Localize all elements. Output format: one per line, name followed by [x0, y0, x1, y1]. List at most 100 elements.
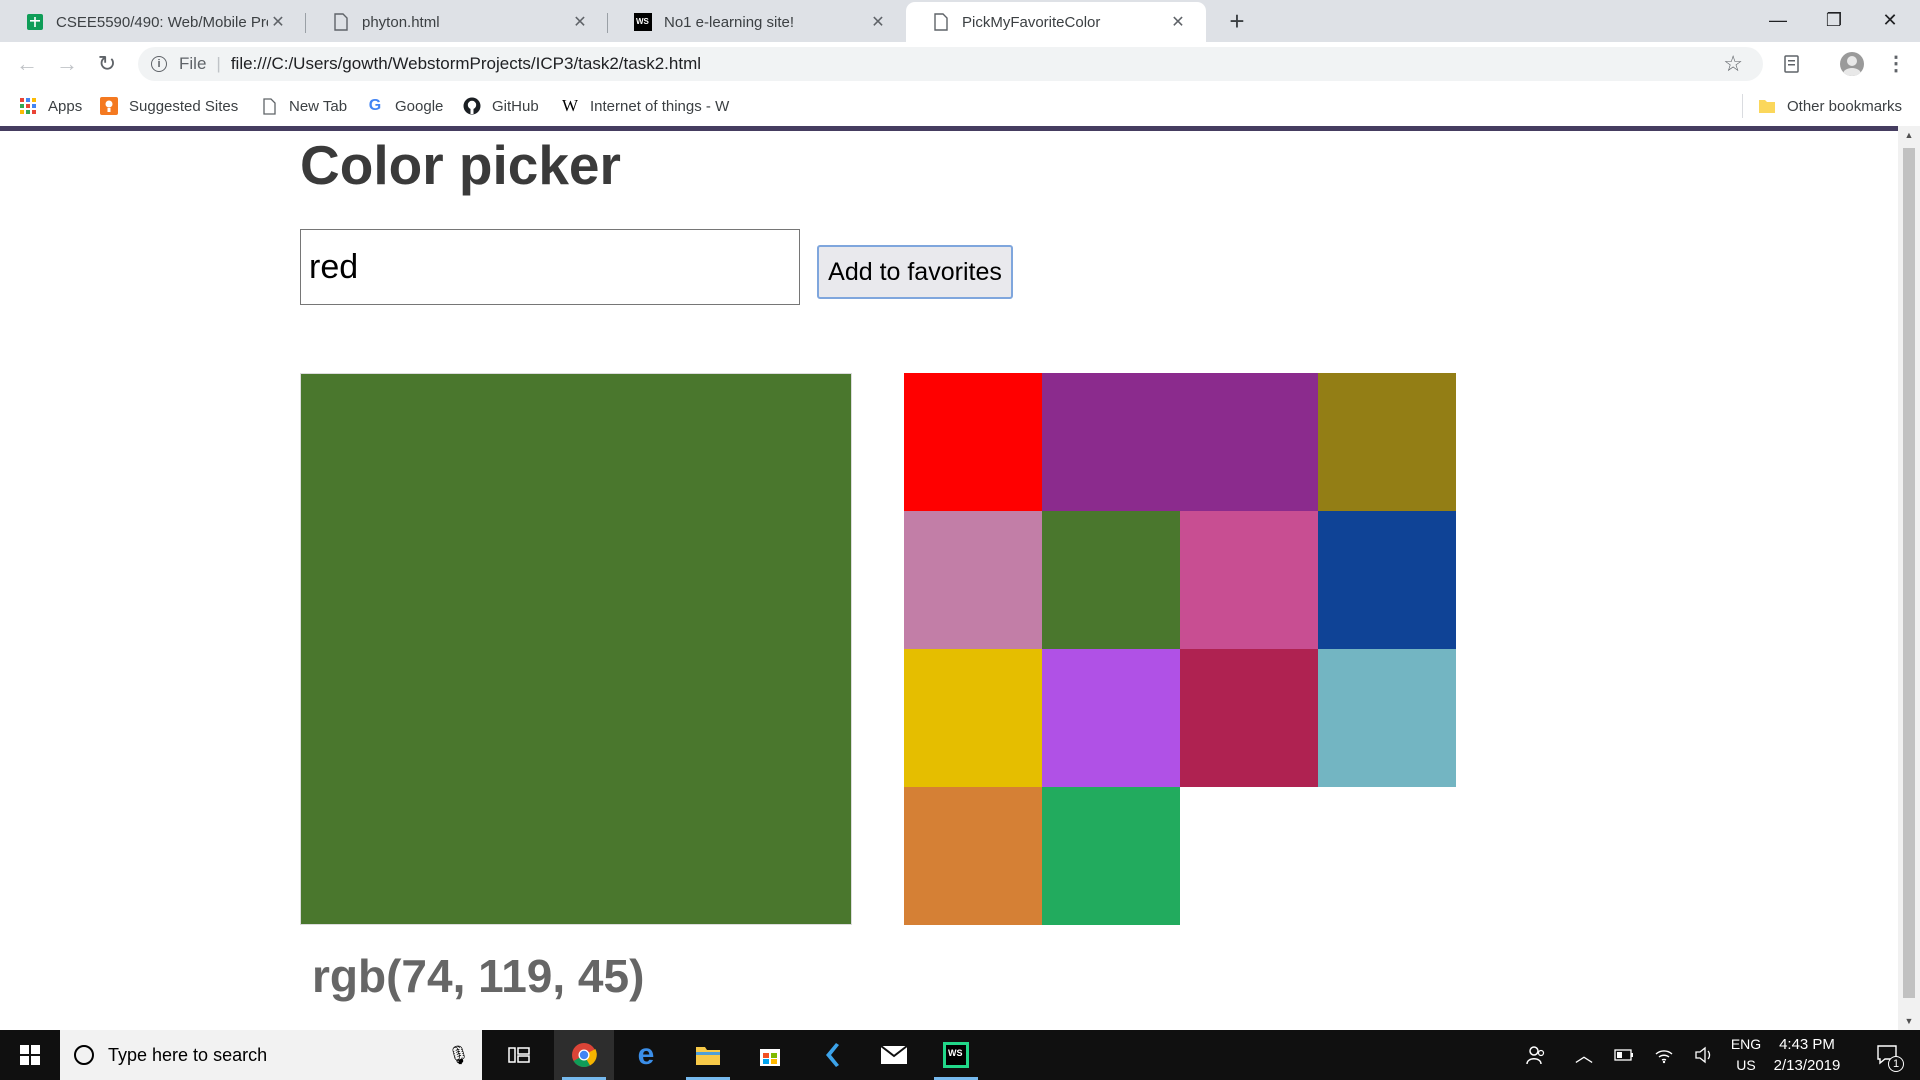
language-code: ENG [1730, 1036, 1762, 1052]
divider [1742, 94, 1743, 118]
visual-studio-code-icon[interactable] [802, 1030, 862, 1080]
tab-phyton[interactable]: phyton.html ✕ [306, 2, 608, 42]
scroll-down-icon[interactable]: ▼ [1898, 1016, 1920, 1026]
time-text: 4:43 PM [1779, 1036, 1835, 1053]
scroll-up-icon[interactable]: ▲ [1898, 130, 1920, 140]
bookmarks-bar: Apps Suggested Sites New Tab G Google Gi… [0, 86, 1920, 126]
tab-pickmyfavoritecolor[interactable]: PickMyFavoriteColor ✕ [906, 2, 1206, 42]
microphone-icon[interactable]: 🎙 [447, 1045, 470, 1066]
bookmark-github[interactable]: GitHub [463, 96, 539, 116]
bookmark-new-tab[interactable]: New Tab [260, 96, 347, 116]
reload-button[interactable]: ↻ [93, 50, 121, 78]
edge-icon[interactable]: e [616, 1030, 676, 1080]
taskbar: Type here to search 🎙 e WS ︿ ENG US 4:43… [0, 1030, 1920, 1080]
rgb-value: rgb(74, 119, 45) [312, 950, 645, 1002]
page-icon [332, 13, 350, 31]
windows-start-icon[interactable] [0, 1030, 60, 1080]
scheme-label: File [179, 54, 207, 73]
scrollbar-thumb[interactable] [1903, 148, 1915, 998]
chrome-icon[interactable] [554, 1030, 614, 1080]
favorite-color-swatch[interactable] [1318, 649, 1456, 787]
clock[interactable]: 4:43 PM 2/13/2019 [1764, 1034, 1850, 1076]
bookmark-label: Suggested Sites [129, 97, 239, 115]
suggested-sites-icon [100, 97, 118, 115]
bookmark-suggested-sites[interactable]: Suggested Sites [100, 96, 238, 116]
color-input[interactable] [300, 229, 800, 305]
tab-strip: CSEE5590/490: Web/Mobile Prog ✕ phyton.h… [0, 0, 1920, 42]
new-tab-button[interactable]: + [1222, 6, 1252, 36]
tab-title: CSEE5590/490: Web/Mobile Prog [56, 13, 268, 31]
favorites-grid [904, 373, 1456, 925]
notification-icon[interactable]: 1 [1866, 1030, 1910, 1080]
battery-icon[interactable] [1610, 1030, 1638, 1080]
taskbar-search[interactable]: Type here to search 🎙 [60, 1030, 482, 1080]
bookmark-google[interactable]: G Google [366, 96, 444, 116]
info-icon[interactable]: i [151, 56, 167, 72]
back-button[interactable]: ← [13, 50, 41, 78]
favorite-color-swatch[interactable] [904, 511, 1042, 649]
bookmark-apps[interactable]: Apps [19, 96, 82, 116]
tab-title: No1 e-learning site! [664, 13, 795, 31]
close-icon[interactable]: ✕ [268, 12, 288, 32]
close-icon[interactable]: ✕ [1168, 12, 1188, 32]
favorite-color-swatch[interactable] [1042, 511, 1180, 649]
date-text: 2/13/2019 [1773, 1057, 1841, 1074]
bookmark-other[interactable]: Other bookmarks [1758, 96, 1902, 116]
tab-elearning[interactable]: WS No1 e-learning site! ✕ [608, 2, 906, 42]
apps-grid-icon [19, 97, 37, 115]
google-icon: G [368, 97, 382, 114]
favorite-color-swatch[interactable] [1042, 787, 1180, 925]
chevron-up-icon[interactable]: ︿ [1570, 1030, 1598, 1080]
wifi-icon[interactable] [1650, 1030, 1678, 1080]
file-explorer-icon[interactable] [678, 1030, 738, 1080]
favorite-color-swatch[interactable] [1180, 649, 1318, 787]
bookmark-label: Apps [48, 97, 83, 115]
minimize-button[interactable]: — [1750, 0, 1806, 40]
bookmark-star-icon[interactable]: ☆ [1723, 51, 1743, 77]
address-bar[interactable]: i File | file:///C:/Users/gowth/Webstorm… [138, 47, 1763, 81]
favorite-color-swatch[interactable] [904, 373, 1042, 511]
close-icon[interactable]: ✕ [868, 12, 888, 32]
favorite-color-swatch[interactable] [1042, 649, 1180, 787]
search-placeholder: Type here to search [108, 1044, 268, 1065]
scrollbar[interactable]: ▲ ▼ [1898, 126, 1920, 1030]
people-icon[interactable] [1520, 1030, 1552, 1080]
task-view-icon[interactable] [494, 1030, 544, 1080]
webstorm-icon[interactable]: WS [926, 1030, 986, 1080]
favorite-color-swatch[interactable] [1042, 373, 1180, 511]
github-icon [463, 97, 481, 115]
avatar[interactable] [1840, 52, 1864, 76]
store-icon[interactable] [740, 1030, 800, 1080]
restore-button[interactable]: ❐ [1806, 0, 1862, 40]
bookmark-label: New Tab [289, 97, 348, 115]
cast-icon[interactable] [1782, 54, 1802, 79]
bookmark-label: Google [395, 97, 444, 115]
favorite-color-swatch[interactable] [1318, 373, 1456, 511]
favorite-color-swatch[interactable] [904, 649, 1042, 787]
add-to-favorites-button[interactable]: Add to favorites [817, 245, 1013, 299]
bookmark-internet-of-things[interactable]: W Internet of things - W [561, 96, 736, 116]
tab-title: phyton.html [362, 13, 440, 31]
menu-icon[interactable]: ⋮ [1886, 51, 1906, 76]
color-preview [300, 373, 852, 925]
page-title: Color picker [300, 134, 621, 196]
bookmark-label: Other bookmarks [1787, 97, 1903, 115]
favorite-color-swatch[interactable] [1318, 511, 1456, 649]
volume-icon[interactable] [1690, 1030, 1718, 1080]
page-icon [932, 13, 950, 31]
close-window-button[interactable]: ✕ [1862, 0, 1918, 40]
favorite-color-swatch[interactable] [1180, 373, 1318, 511]
tab-csee[interactable]: CSEE5590/490: Web/Mobile Prog ✕ [0, 2, 306, 42]
page-icon [260, 97, 278, 115]
close-icon[interactable]: ✕ [570, 12, 590, 32]
mail-icon[interactable] [864, 1030, 924, 1080]
language-indicator[interactable]: ENG US [1724, 1034, 1768, 1076]
bookmark-label: GitHub [492, 97, 539, 115]
wikipedia-icon: W [561, 96, 579, 115]
notification-count: 1 [1888, 1056, 1904, 1072]
forward-button[interactable]: → [53, 50, 81, 78]
bookmark-label: Internet of things - W [590, 97, 730, 115]
favorite-color-swatch[interactable] [904, 787, 1042, 925]
url-text: file:///C:/Users/gowth/WebstormProjects/… [230, 54, 702, 73]
favorite-color-swatch[interactable] [1180, 511, 1318, 649]
